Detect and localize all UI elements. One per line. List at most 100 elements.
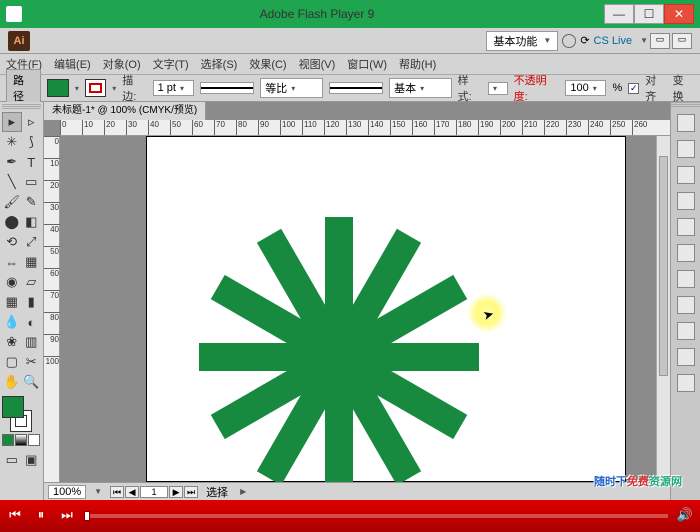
fill-swatch[interactable] bbox=[47, 79, 68, 97]
seek-thumb[interactable] bbox=[84, 511, 90, 521]
brush-definition[interactable] bbox=[329, 82, 383, 94]
menu-help[interactable]: 帮助(H) bbox=[399, 56, 436, 72]
style-swatch[interactable]: ▾ bbox=[488, 82, 508, 95]
screen-mode-button[interactable]: ▭ bbox=[672, 33, 692, 49]
menu-effect[interactable]: 效果(C) bbox=[249, 56, 286, 72]
graphic-styles-panel-icon[interactable] bbox=[677, 348, 695, 366]
menu-edit[interactable]: 编辑(E) bbox=[54, 56, 91, 72]
symbols-panel-icon[interactable] bbox=[677, 218, 695, 236]
align-pixel-checkbox[interactable]: ✓ bbox=[628, 83, 639, 94]
hand-tool[interactable]: ✋ bbox=[2, 372, 22, 392]
swatches-panel-icon[interactable] bbox=[677, 166, 695, 184]
symbol-sprayer-tool[interactable]: ❀ bbox=[2, 332, 22, 352]
transform-text[interactable]: 变换 bbox=[673, 72, 694, 104]
transparency-panel-icon[interactable] bbox=[677, 296, 695, 314]
pause-button[interactable]: ⏸ bbox=[32, 507, 50, 525]
cs-live-button[interactable]: CS Live bbox=[594, 35, 633, 47]
star-shape[interactable] bbox=[197, 217, 477, 482]
brushes-panel-icon[interactable] bbox=[677, 192, 695, 210]
blob-brush-tool[interactable]: ⬤ bbox=[2, 212, 22, 232]
type-tool[interactable]: T bbox=[22, 152, 42, 172]
scrollbar-thumb[interactable] bbox=[659, 156, 668, 376]
perspective-tool[interactable]: ▱ bbox=[22, 272, 42, 292]
search-icon[interactable] bbox=[562, 34, 576, 48]
seek-track[interactable] bbox=[84, 514, 668, 518]
eraser-tool[interactable]: ◧ bbox=[22, 212, 42, 232]
zoom-tool[interactable]: 🔍 bbox=[22, 372, 42, 392]
prev-button[interactable]: ⏮ bbox=[6, 507, 24, 525]
status-tool: 选择 bbox=[206, 484, 228, 500]
chevron-down-icon[interactable]: ▾ bbox=[112, 84, 116, 93]
brush-select[interactable]: 基本▾ bbox=[389, 78, 451, 98]
artboard[interactable]: ➤ bbox=[146, 136, 626, 482]
stroke-profile[interactable] bbox=[200, 82, 254, 94]
vertical-ruler[interactable]: 0102030405060708090100 bbox=[44, 136, 60, 482]
color-mode-gradient[interactable] bbox=[15, 434, 27, 446]
gradient-tool[interactable]: ▮ bbox=[22, 292, 42, 312]
chevron-right-icon[interactable]: ▶ bbox=[240, 487, 246, 496]
artboard-nav[interactable]: ⏮◀1▶⏭ bbox=[110, 486, 198, 498]
chevron-down-icon[interactable]: ▼ bbox=[94, 487, 102, 496]
appearance-panel-icon[interactable] bbox=[677, 322, 695, 340]
slice-tool[interactable]: ✂ bbox=[22, 352, 42, 372]
color-stack[interactable] bbox=[2, 396, 38, 432]
menu-type[interactable]: 文字(T) bbox=[153, 56, 189, 72]
graph-tool[interactable]: ▥ bbox=[22, 332, 42, 352]
opacity-input[interactable]: 100▾ bbox=[565, 80, 606, 96]
ruler-tick: 250 bbox=[610, 120, 625, 136]
canvas[interactable]: ➤ bbox=[60, 136, 656, 482]
chevron-down-icon[interactable]: ▾ bbox=[75, 84, 79, 93]
layers-panel-icon[interactable] bbox=[677, 374, 695, 392]
scale-tool[interactable]: ⤢ bbox=[22, 232, 42, 252]
rotate-tool[interactable]: ⟲ bbox=[2, 232, 22, 252]
selection-tool[interactable]: ▸ bbox=[2, 112, 22, 132]
lasso-tool[interactable]: ⟆ bbox=[22, 132, 42, 152]
horizontal-ruler[interactable]: 0102030405060708090100110120130140150160… bbox=[60, 120, 670, 136]
uniform-select[interactable]: 等比▾ bbox=[260, 78, 322, 98]
shape-builder-tool[interactable]: ◉ bbox=[2, 272, 22, 292]
volume-button[interactable]: 🔊 bbox=[676, 507, 694, 525]
line-tool[interactable]: ╲ bbox=[2, 172, 22, 192]
vertical-scrollbar[interactable] bbox=[656, 136, 670, 482]
screen-mode-normal[interactable]: ▭ bbox=[2, 450, 22, 470]
magic-wand-tool[interactable]: ✳ bbox=[2, 132, 22, 152]
color-mode-solid[interactable] bbox=[2, 434, 14, 446]
menu-window[interactable]: 窗口(W) bbox=[347, 56, 387, 72]
direct-selection-tool[interactable]: ▹ bbox=[22, 112, 42, 132]
minimize-button[interactable]: — bbox=[604, 4, 634, 24]
refresh-icon[interactable]: ⟳ bbox=[580, 34, 589, 47]
stroke-swatch[interactable] bbox=[85, 79, 106, 97]
paintbrush-tool[interactable]: 🖌 bbox=[2, 192, 22, 212]
width-tool[interactable]: ⇔ bbox=[2, 252, 22, 272]
color-panel-icon[interactable] bbox=[677, 114, 695, 132]
next-button[interactable]: ⏭ bbox=[58, 507, 76, 525]
menu-select[interactable]: 选择(S) bbox=[201, 56, 238, 72]
stroke-panel-icon[interactable] bbox=[677, 244, 695, 262]
panel-grip[interactable] bbox=[2, 104, 41, 110]
stroke-text[interactable]: 描边: bbox=[122, 72, 146, 104]
close-button[interactable]: ✕ bbox=[664, 4, 694, 24]
stroke-weight-input[interactable]: 1 pt▾ bbox=[153, 80, 194, 96]
maximize-button[interactable]: ☐ bbox=[634, 4, 664, 24]
arrange-button[interactable]: ▭ bbox=[650, 33, 670, 49]
artboard-tool[interactable]: ▢ bbox=[2, 352, 22, 372]
pencil-tool[interactable]: ✎ bbox=[22, 192, 42, 212]
color-mode-none[interactable] bbox=[28, 434, 40, 446]
menu-object[interactable]: 对象(O) bbox=[103, 56, 141, 72]
opacity-label[interactable]: 不透明度: bbox=[514, 72, 560, 104]
fill-color[interactable] bbox=[2, 396, 24, 418]
mesh-tool[interactable]: ▦ bbox=[2, 292, 22, 312]
free-transform-tool[interactable]: ▦ bbox=[22, 252, 42, 272]
color-guide-panel-icon[interactable] bbox=[677, 140, 695, 158]
workspace-selector[interactable]: 基本功能 ▼ bbox=[486, 31, 558, 51]
rectangle-tool[interactable]: ▭ bbox=[22, 172, 42, 192]
menu-view[interactable]: 视图(V) bbox=[299, 56, 336, 72]
document-tab[interactable]: 未标题-1* @ 100% (CMYK/预览) bbox=[44, 102, 206, 120]
gradient-panel-icon[interactable] bbox=[677, 270, 695, 288]
change-screen-mode[interactable]: ▣ bbox=[22, 450, 42, 470]
align-text[interactable]: 对齐 bbox=[645, 72, 666, 104]
pen-tool[interactable]: ✒ bbox=[2, 152, 22, 172]
eyedropper-tool[interactable]: 💧 bbox=[2, 312, 22, 332]
blend-tool[interactable]: ◐ bbox=[22, 312, 42, 332]
zoom-input[interactable]: 100% bbox=[48, 485, 86, 499]
